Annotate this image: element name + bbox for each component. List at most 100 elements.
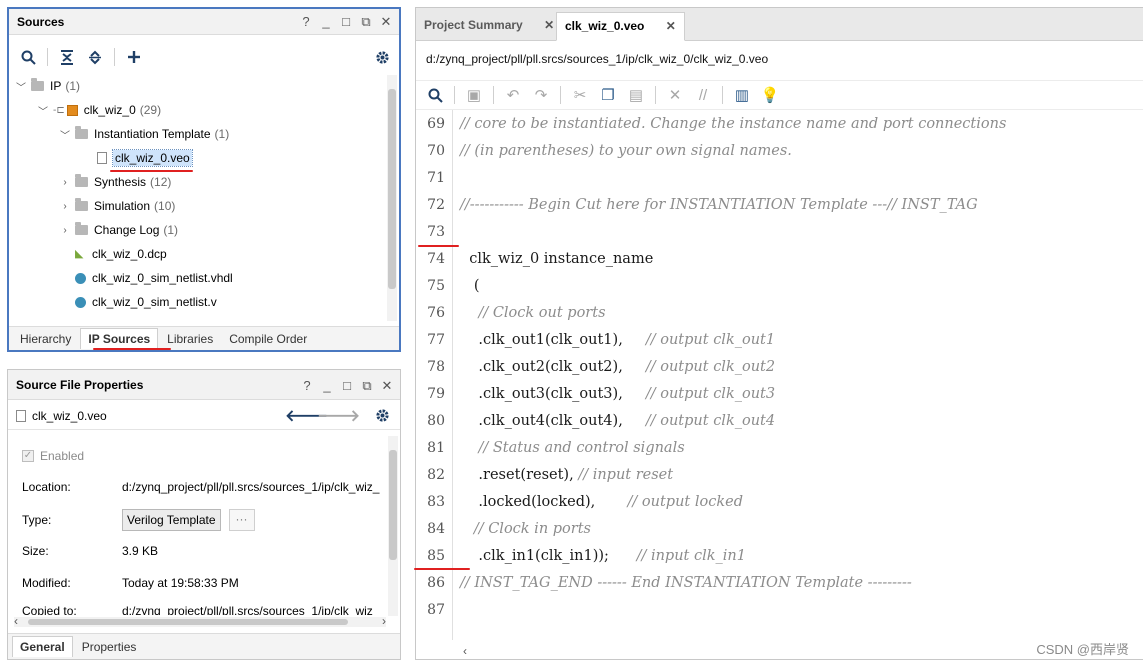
properties-title: Source File Properties: [16, 378, 144, 392]
line-number: 72: [427, 197, 445, 213]
properties-horizontal-scrollbar[interactable]: ‹ ›: [14, 614, 386, 628]
maximize-button[interactable]: □: [339, 13, 353, 31]
property-location: Location: d:/zynq_project/pll/pll.srcs/s…: [22, 477, 384, 497]
code-comment: // input reset: [578, 467, 674, 483]
enabled-label: Enabled: [40, 449, 85, 463]
properties-view-tabs: General Properties: [8, 633, 400, 659]
float-button[interactable]: ⧉: [359, 13, 373, 31]
more-button[interactable]: ···: [228, 509, 255, 531]
float-button[interactable]: ⧉: [360, 377, 374, 395]
help-button[interactable]: ?: [300, 377, 314, 395]
cut-icon[interactable]: ✂: [567, 83, 593, 107]
tab-hierarchy[interactable]: Hierarchy: [13, 329, 78, 349]
undo-icon[interactable]: ↶: [500, 83, 526, 107]
properties-file-name: clk_wiz_0.veo: [32, 408, 107, 423]
search-icon[interactable]: [15, 45, 41, 69]
code-comment: // output clk_out2: [645, 359, 776, 375]
forward-arrow-icon[interactable]: 🡒: [317, 405, 360, 426]
chevron-right-icon[interactable]: ›: [59, 177, 71, 188]
scroll-right-icon[interactable]: ›: [382, 614, 386, 628]
tab-properties[interactable]: Properties: [75, 637, 144, 657]
code-segment: .clk_out1(clk_out1),: [460, 332, 646, 348]
code-segment: .clk_out4(clk_out4),: [460, 413, 646, 429]
code-comment: // output clk_out1: [645, 332, 776, 348]
tree-node-synthesis[interactable]: › Synthesis (12): [59, 171, 171, 193]
scrollbar-thumb[interactable]: [388, 89, 396, 289]
tree-node-instantiation-template[interactable]: ﹀ Instantiation Template (1): [59, 123, 229, 145]
tree-node-veo-file[interactable]: clk_wiz_0.veo: [97, 147, 193, 169]
search-icon[interactable]: [422, 83, 448, 107]
collapse-all-icon[interactable]: [54, 45, 80, 69]
enabled-checkbox[interactable]: ✓: [22, 450, 34, 462]
tab-general[interactable]: General: [12, 636, 73, 657]
annotation-underline: [93, 348, 171, 350]
redo-icon[interactable]: ↷: [528, 83, 554, 107]
chevron-right-icon[interactable]: ›: [59, 225, 71, 236]
tree-node-ip[interactable]: ﹀ IP (1): [15, 75, 80, 97]
property-value: Today at 19:58:33 PM: [122, 576, 239, 590]
chevron-right-icon[interactable]: ›: [59, 201, 71, 212]
property-size: Size: 3.9 KB: [22, 541, 384, 561]
chevron-down-icon[interactable]: ﹀: [37, 103, 49, 118]
ip-source-tree: ﹀ IP (1) ﹀ -⊏ clk_wiz_0 (29) ﹀ Instantia…: [9, 75, 385, 329]
chevron-down-icon[interactable]: ﹀: [15, 79, 27, 94]
scroll-left-icon[interactable]: ‹: [463, 644, 467, 658]
tree-node-sim-netlist-vhdl[interactable]: clk_wiz_0_sim_netlist.vhdl: [75, 267, 233, 289]
expand-all-icon[interactable]: [82, 45, 108, 69]
close-button[interactable]: ✕: [379, 13, 393, 31]
code-comment: // output locked: [627, 494, 743, 510]
line-number: 80: [427, 413, 445, 429]
tab-compile-order[interactable]: Compile Order: [222, 329, 314, 349]
line-number: 70: [427, 143, 445, 159]
code-segment: (: [460, 278, 480, 294]
code-text: .reset(reset), // input reset: [460, 462, 673, 489]
scrollbar-thumb[interactable]: [28, 619, 348, 625]
gear-icon[interactable]: [375, 408, 390, 426]
chevron-down-icon[interactable]: ﹀: [59, 127, 71, 142]
delete-icon[interactable]: ✕: [662, 83, 688, 107]
tree-node-label: Synthesis: [94, 175, 147, 189]
sources-window-buttons: ? _ □ ⧉ ✕: [299, 13, 393, 31]
annotation-underline: [110, 170, 193, 172]
minimize-button[interactable]: _: [320, 377, 334, 395]
tab-ip-sources[interactable]: IP Sources: [80, 328, 159, 349]
tree-vertical-scrollbar[interactable]: [387, 75, 397, 321]
lightbulb-icon[interactable]: 💡: [757, 83, 783, 107]
tree-node-clk-wiz[interactable]: ﹀ -⊏ clk_wiz_0 (29): [37, 99, 161, 121]
tree-node-change-log[interactable]: › Change Log (1): [59, 219, 178, 241]
comment-icon[interactable]: //: [690, 83, 716, 107]
code-segment: .clk_out3(clk_out3),: [460, 386, 646, 402]
copy-icon[interactable]: ❐: [595, 83, 621, 107]
properties-vertical-scrollbar[interactable]: [388, 436, 398, 616]
paste-icon[interactable]: ▤: [623, 83, 649, 107]
tree-node-simulation[interactable]: › Simulation (10): [59, 195, 175, 217]
toolbar-separator: [493, 86, 494, 104]
minimize-button[interactable]: _: [319, 13, 333, 31]
column-select-icon[interactable]: ▥: [729, 83, 755, 107]
tab-project-summary[interactable]: Project Summary ✕: [416, 12, 562, 41]
add-icon[interactable]: [121, 45, 147, 69]
toolbar-separator: [560, 86, 561, 104]
help-button[interactable]: ?: [299, 13, 313, 31]
property-modified: Modified: Today at 19:58:33 PM: [22, 573, 384, 593]
tree-node-sim-netlist-v[interactable]: clk_wiz_0_sim_netlist.v: [75, 291, 217, 313]
line-number: 76: [427, 305, 445, 321]
tab-clk-wiz-veo[interactable]: clk_wiz_0.veo ✕: [556, 12, 685, 41]
close-button[interactable]: ✕: [380, 377, 394, 395]
line-number: 86: [427, 575, 445, 591]
gear-icon[interactable]: [369, 45, 395, 69]
close-tab-icon[interactable]: ✕: [666, 19, 676, 33]
save-icon[interactable]: ▣: [461, 83, 487, 107]
annotation-underline: [414, 568, 470, 570]
tree-node-dcp[interactable]: ◣ clk_wiz_0.dcp: [75, 243, 167, 265]
file-path: d:/zynq_project/pll/pll.srcs/sources_1/i…: [426, 52, 769, 66]
close-tab-icon[interactable]: ✕: [544, 18, 554, 32]
tab-label: clk_wiz_0.veo: [565, 19, 645, 33]
tab-libraries[interactable]: Libraries: [160, 329, 220, 349]
scroll-left-icon[interactable]: ‹: [14, 614, 18, 628]
enabled-checkbox-row[interactable]: ✓ Enabled: [22, 446, 384, 466]
maximize-button[interactable]: □: [340, 377, 354, 395]
scrollbar-thumb[interactable]: [389, 450, 397, 560]
